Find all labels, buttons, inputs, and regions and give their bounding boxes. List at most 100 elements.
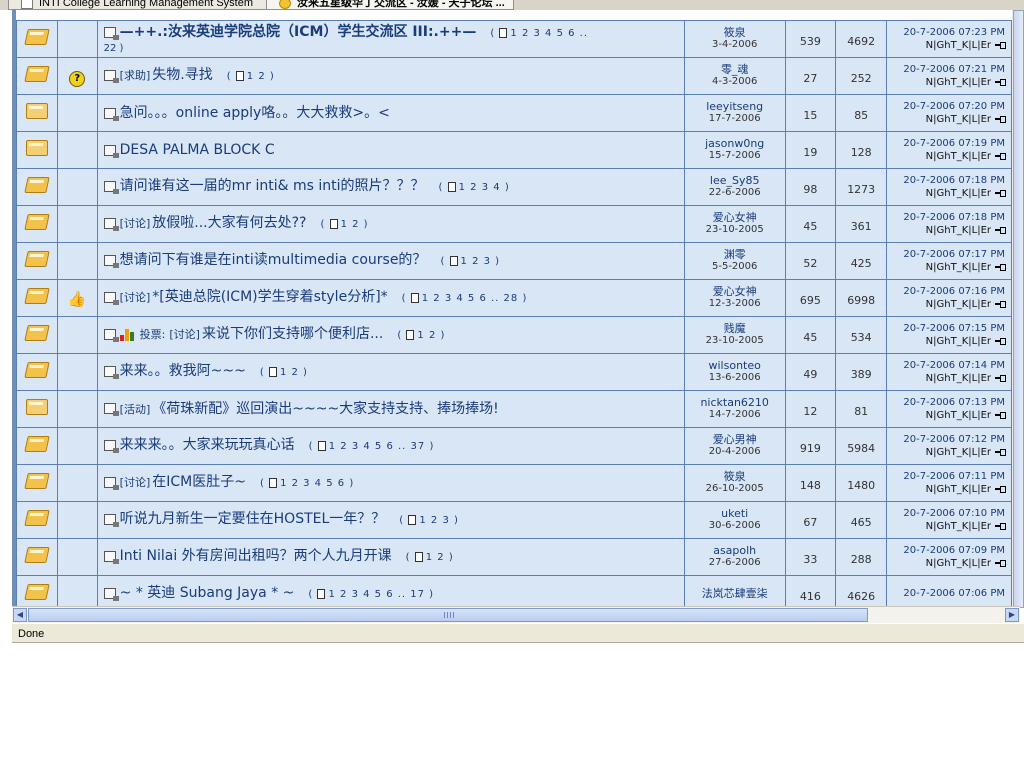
last-post-time[interactable]: 20-7-2006 07:23 PM [888, 27, 1005, 39]
thread-title-link[interactable]: —++.:汝来英迪学院总院（ICM）学生交流区 III:.++— [120, 24, 477, 40]
last-post-time[interactable]: 20-7-2006 07:12 PM [888, 434, 1005, 446]
author-name[interactable]: 渊零 [685, 249, 784, 261]
thread-title-link[interactable]: 《荷珠新配》巡回演出~~~~大家支持支持、捧场捧场! [152, 401, 499, 417]
goto-last-post-icon[interactable] [995, 485, 1006, 493]
page-numbers[interactable]: 1 2 3 4 [459, 182, 501, 193]
author-name[interactable]: wilsonteo [685, 360, 784, 372]
goto-last-post-icon[interactable] [995, 448, 1006, 456]
goto-last-post-icon[interactable] [995, 263, 1006, 271]
last-poster[interactable]: N|GhT_K|L|Er [926, 447, 991, 458]
page-numbers[interactable]: 1 2 [426, 552, 445, 563]
page-numbers[interactable]: 1 2 3 4 5 6 [280, 478, 345, 489]
thread-title-link[interactable]: DESA PALMA BLOCK C [120, 142, 275, 158]
goto-last-post-icon[interactable] [995, 300, 1006, 308]
author-name[interactable]: 筱泉 [685, 27, 784, 39]
goto-last-post-icon[interactable] [995, 337, 1006, 345]
goto-last-post-icon[interactable] [995, 115, 1006, 123]
goto-last-post-icon[interactable] [995, 411, 1006, 419]
last-poster[interactable]: N|GhT_K|L|Er [926, 151, 991, 162]
last-poster[interactable]: N|GhT_K|L|Er [926, 558, 991, 569]
scroll-right-button[interactable]: ▶ [1005, 608, 1019, 622]
page-numbers[interactable]: 1 2 [417, 330, 436, 341]
page-numbers[interactable]: 1 2 3 4 5 6 .. 37 [329, 441, 426, 452]
author-name[interactable]: 法岚芯肆壹柒 [685, 588, 784, 600]
last-post-time[interactable]: 20-7-2006 07:16 PM [888, 286, 1005, 298]
author-name[interactable]: leeyitseng [685, 101, 784, 113]
last-poster[interactable]: N|GhT_K|L|Er [926, 521, 991, 532]
last-post-time[interactable]: 20-7-2006 07:10 PM [888, 508, 1005, 520]
page-links[interactable]: ( 1 2 3 4 5 6 .. 37 ) [309, 441, 435, 452]
page-links[interactable]: ( 1 2 3 4 5 6 .. 17 ) [308, 589, 434, 600]
thread-title-link[interactable]: 想请问下有谁是在inti读multimedia course的？ [120, 252, 427, 268]
page-links[interactable]: ( 1 2 3 ) [440, 256, 500, 267]
thread-title-link[interactable]: 失物.寻找 [152, 67, 212, 83]
page-numbers[interactable]: 1 2 [247, 71, 266, 82]
thread-title-link[interactable]: ~ * 英迪 Subang Jaya * ~ [120, 585, 295, 601]
thread-title-link[interactable]: 来来来。。大家来玩玩真心话 [120, 437, 295, 453]
last-poster[interactable]: N|GhT_K|L|Er [926, 336, 991, 347]
last-poster[interactable]: N|GhT_K|L|Er [926, 77, 991, 88]
last-poster[interactable]: N|GhT_K|L|Er [926, 262, 991, 273]
last-post-time[interactable]: 20-7-2006 07:06 PM [888, 588, 1005, 600]
goto-last-post-icon[interactable] [995, 189, 1006, 197]
thread-title-link[interactable]: 急问。。。online apply咯。。大大救救>。< [120, 105, 390, 121]
thread-title-link[interactable]: 来说下你们支持哪个便利店... [202, 326, 383, 342]
last-poster[interactable]: N|GhT_K|L|Er [926, 225, 991, 236]
page-links[interactable]: ( 1 2 ) [227, 71, 275, 82]
last-post-time[interactable]: 20-7-2006 07:17 PM [888, 249, 1005, 261]
author-name[interactable]: 爱心女神 [685, 286, 784, 298]
horizontal-scroll-thumb[interactable] [28, 608, 868, 622]
goto-last-post-icon[interactable] [995, 522, 1006, 530]
thread-title-link[interactable]: 请问谁有这一届的mr inti& ms inti的照片？？？ [120, 178, 425, 194]
page-links[interactable]: ( 1 2 ) [406, 552, 454, 563]
page-links[interactable]: ( 1 2 ) [397, 330, 445, 341]
last-post-time[interactable]: 20-7-2006 07:15 PM [888, 323, 1005, 335]
vertical-scrollbar[interactable] [1012, 10, 1024, 608]
page-links[interactable]: ( 1 2 3 4 ) [439, 182, 510, 193]
horizontal-scrollbar[interactable]: ◀ ▶ [12, 606, 1020, 623]
author-name[interactable]: 贱魔 [685, 323, 784, 335]
last-post-time[interactable]: 20-7-2006 07:18 PM [888, 212, 1005, 224]
page-numbers[interactable]: 1 2 3 [419, 515, 449, 526]
goto-last-post-icon[interactable] [995, 374, 1006, 382]
thread-title-link[interactable]: *[英迪总院(ICM)学生穿着style分析]* [152, 289, 387, 305]
last-poster[interactable]: N|GhT_K|L|Er [926, 484, 991, 495]
page-numbers[interactable]: 1 2 3 4 5 6 .. [510, 28, 588, 39]
last-post-time[interactable]: 20-7-2006 07:21 PM [888, 64, 1005, 76]
thread-title-link[interactable]: 在ICM医肚子~ [152, 474, 246, 490]
page-links[interactable]: ( 1 2 ) [320, 219, 368, 230]
goto-last-post-icon[interactable] [995, 559, 1006, 567]
goto-last-post-icon[interactable] [995, 152, 1006, 160]
last-poster[interactable]: N|GhT_K|L|Er [926, 410, 991, 421]
page-links[interactable]: ( 1 2 3 4 5 6 .. 28 ) [402, 293, 528, 304]
page-links[interactable]: ( 1 2 ) [260, 367, 308, 378]
last-poster[interactable]: N|GhT_K|L|Er [926, 114, 991, 125]
page-links[interactable]: ( 1 2 3 4 5 6 .. [490, 28, 588, 39]
page-links[interactable]: ( 1 2 3 ) [399, 515, 459, 526]
scroll-left-button[interactable]: ◀ [13, 608, 27, 622]
page-numbers[interactable]: 1 2 [280, 367, 299, 378]
author-name[interactable]: 爱心男神 [685, 434, 784, 446]
page-links-continued[interactable]: 22 ) [104, 43, 684, 55]
last-post-time[interactable]: 20-7-2006 07:09 PM [888, 545, 1005, 557]
last-post-time[interactable]: 20-7-2006 07:19 PM [888, 138, 1005, 150]
author-name[interactable]: 筱泉 [685, 471, 784, 483]
last-poster[interactable]: N|GhT_K|L|Er [926, 40, 991, 51]
thread-title-link[interactable]: 听说九月新生一定要住在HOSTEL一年？？ [120, 511, 386, 527]
last-post-time[interactable]: 20-7-2006 07:18 PM [888, 175, 1005, 187]
author-name[interactable]: 零_魂 [685, 64, 784, 76]
last-post-time[interactable]: 20-7-2006 07:14 PM [888, 360, 1005, 372]
page-links[interactable]: ( 1 2 3 4 5 6 ) [260, 478, 354, 489]
page-numbers[interactable]: 1 2 3 4 5 6 .. 17 [328, 589, 425, 600]
author-name[interactable]: asapolh [685, 545, 784, 557]
thread-title-link[interactable]: Inti Nilai 外有房间出租吗？两个人九月开课 [120, 548, 392, 564]
last-poster[interactable]: N|GhT_K|L|Er [926, 188, 991, 199]
last-post-time[interactable]: 20-7-2006 07:20 PM [888, 101, 1005, 113]
author-name[interactable]: 爱心女神 [685, 212, 784, 224]
goto-last-post-icon[interactable] [995, 41, 1006, 49]
thread-title-link[interactable]: 放假啦...大家有何去处?? [152, 215, 306, 231]
scroll-thumb[interactable] [1013, 10, 1024, 608]
author-name[interactable]: jasonw0ng [685, 138, 784, 150]
last-poster[interactable]: N|GhT_K|L|Er [926, 299, 991, 310]
last-poster[interactable]: N|GhT_K|L|Er [926, 373, 991, 384]
